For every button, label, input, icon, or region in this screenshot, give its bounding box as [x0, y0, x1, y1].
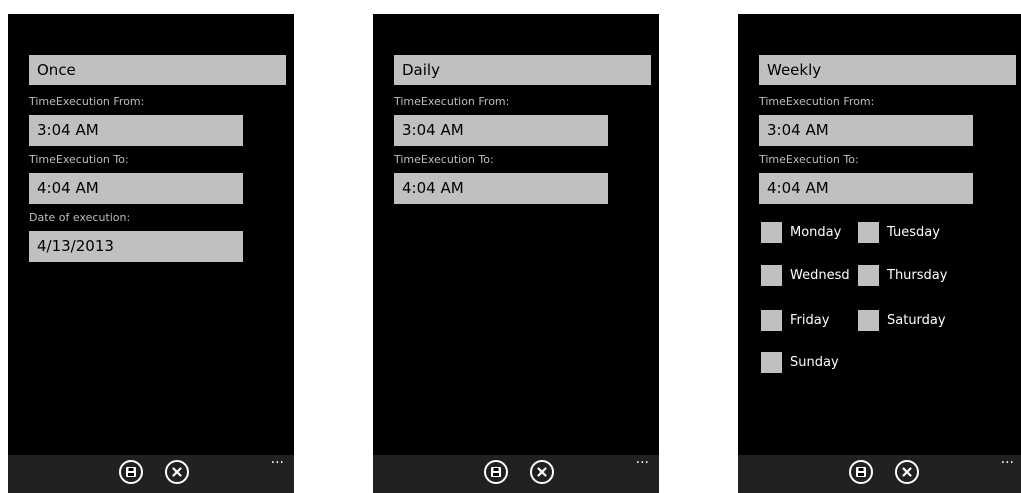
checkbox[interactable] [761, 351, 782, 373]
day-checkbox-sunday[interactable]: Sunday [761, 351, 839, 373]
phone-screen-daily: Daily TimeExecution From: 3:04 AM TimeEx… [373, 14, 659, 493]
time-to-field[interactable]: 4:04 AM [759, 173, 973, 204]
day-label: Thursday [887, 267, 948, 283]
time-to-label: TimeExecution To: [759, 153, 859, 166]
day-label: Saturday [887, 312, 946, 328]
more-options-button[interactable]: ... [636, 451, 649, 467]
day-label: Sunday [790, 354, 839, 370]
day-label: Friday [790, 312, 830, 328]
cancel-button[interactable] [895, 460, 919, 484]
cancel-button[interactable] [165, 460, 189, 484]
time-to-field[interactable]: 4:04 AM [29, 173, 243, 204]
day-label: Monday [790, 224, 842, 240]
app-bar: ... [8, 451, 294, 493]
cancel-button[interactable] [530, 460, 554, 484]
checkbox[interactable] [761, 264, 782, 286]
time-from-label: TimeExecution From: [394, 95, 510, 108]
day-checkbox-saturday[interactable]: Saturday [858, 309, 946, 331]
save-button[interactable] [849, 460, 873, 484]
day-checkbox-thursday[interactable]: Thursday [858, 264, 948, 286]
app-bar: ... [738, 451, 1021, 493]
close-icon [902, 467, 912, 477]
app-bar: ... [373, 451, 659, 493]
day-checkbox-tuesday[interactable]: Tuesday [858, 221, 940, 243]
time-to-field[interactable]: 4:04 AM [394, 173, 608, 204]
day-label: Wednesd [790, 267, 850, 283]
checkbox[interactable] [761, 221, 782, 243]
phone-screen-once: Once TimeExecution From: 3:04 AM TimeExe… [8, 14, 294, 493]
day-checkbox-friday[interactable]: Friday [761, 309, 830, 331]
day-checkbox-monday[interactable]: Monday [761, 221, 842, 243]
checkbox[interactable] [761, 309, 782, 331]
more-options-button[interactable]: ... [1001, 451, 1014, 467]
date-label: Date of execution: [29, 211, 131, 224]
time-from-field[interactable]: 3:04 AM [29, 115, 243, 146]
day-label: Tuesday [887, 224, 940, 240]
close-icon [537, 467, 547, 477]
time-from-field[interactable]: 3:04 AM [759, 115, 973, 146]
time-to-label: TimeExecution To: [394, 153, 494, 166]
phone-screen-weekly: Weekly TimeExecution From: 3:04 AM TimeE… [738, 14, 1021, 493]
more-options-button[interactable]: ... [271, 451, 284, 467]
time-from-label: TimeExecution From: [29, 95, 145, 108]
time-from-field[interactable]: 3:04 AM [394, 115, 608, 146]
schedule-mode-select[interactable]: Daily [394, 55, 651, 85]
save-icon [126, 467, 136, 477]
time-to-label: TimeExecution To: [29, 153, 129, 166]
time-from-label: TimeExecution From: [759, 95, 875, 108]
save-button[interactable] [484, 460, 508, 484]
save-icon [856, 467, 866, 477]
checkbox[interactable] [858, 264, 879, 286]
date-field[interactable]: 4/13/2013 [29, 231, 243, 262]
day-checkbox-wednesday[interactable]: Wednesd [761, 264, 850, 286]
checkbox[interactable] [858, 221, 879, 243]
checkbox[interactable] [858, 309, 879, 331]
schedule-mode-select[interactable]: Weekly [759, 55, 1016, 85]
save-button[interactable] [119, 460, 143, 484]
schedule-mode-select[interactable]: Once [29, 55, 286, 85]
save-icon [491, 467, 501, 477]
close-icon [172, 467, 182, 477]
